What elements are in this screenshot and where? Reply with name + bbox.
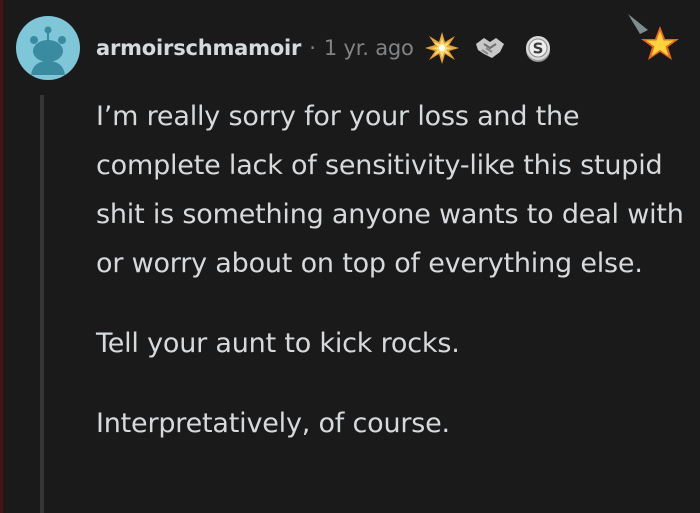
comment-card: armoirschmamoir · 1 yr. ago S I’m really… [0, 0, 700, 513]
meta-separator: · [309, 36, 316, 60]
silver-coin-award-icon[interactable]: S [520, 30, 556, 66]
star-award-icon[interactable] [624, 12, 684, 72]
handshake-award-icon[interactable] [472, 30, 508, 66]
comment-paragraph: Tell your aunt to kick rocks. [96, 328, 460, 359]
awards-row[interactable]: S [424, 30, 568, 66]
explosion-award-icon[interactable] [424, 30, 460, 66]
comment-paragraph: Interpretatively, of course. [96, 408, 450, 439]
avatar[interactable] [16, 16, 80, 80]
snoo-avatar-icon [30, 26, 66, 75]
svg-text:S: S [532, 40, 543, 58]
comment-header: armoirschmamoir · 1 yr. ago S [16, 16, 568, 80]
thread-collapse-line[interactable] [40, 95, 44, 513]
comment-paragraph: I’m really sorry for your loss and the c… [96, 101, 684, 279]
left-edge-divider [0, 0, 3, 513]
comment-timestamp[interactable]: 1 yr. ago [324, 36, 414, 60]
comment-body: I’m really sorry for your loss and the c… [96, 92, 686, 479]
username-link[interactable]: armoirschmamoir [96, 36, 301, 60]
